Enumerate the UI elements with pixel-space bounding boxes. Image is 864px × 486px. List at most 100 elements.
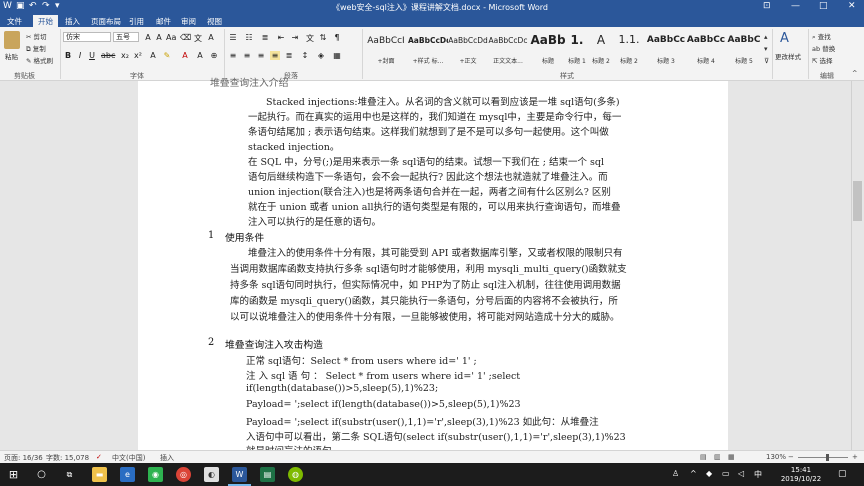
tray-expand-icon[interactable]: ^ — [690, 469, 697, 478]
redo-icon[interactable]: ↷ — [42, 1, 50, 11]
font-size-combo[interactable]: 五号 — [113, 32, 139, 42]
style-heading-3[interactable]: AaBbCc 标题 3 — [646, 30, 686, 68]
vertical-scrollbar[interactable] — [851, 81, 864, 450]
tab-insert[interactable]: 插入 — [60, 15, 85, 27]
chinese-layout-icon[interactable]: 文 — [305, 33, 315, 44]
select-button[interactable]: ⇱ 选择 — [812, 55, 833, 65]
shading-icon[interactable]: ◈ — [316, 51, 326, 60]
phonetic-guide-icon[interactable]: 文 — [193, 33, 203, 44]
chrome-icon[interactable]: ◎ — [176, 467, 191, 482]
increase-indent-icon[interactable]: ⇥ — [290, 33, 300, 42]
input-method-icon[interactable]: 中 — [754, 469, 762, 480]
zoom-slider-thumb[interactable] — [826, 454, 829, 461]
full-screen-icon[interactable]: ▥ — [714, 453, 721, 461]
network-icon[interactable]: ▭ — [722, 469, 730, 478]
grow-font-icon[interactable]: A — [143, 33, 153, 42]
app-document-icon[interactable]: ▤ — [260, 467, 275, 482]
change-styles-icon[interactable]: A — [780, 31, 789, 46]
numbering-icon[interactable]: ☷ — [244, 33, 254, 42]
web-layout-icon[interactable]: ▦ — [728, 453, 735, 461]
font-color-icon[interactable]: A — [180, 51, 190, 60]
char-shading-icon[interactable]: A — [195, 51, 205, 60]
enclose-char-icon[interactable]: ⊕ — [209, 51, 219, 60]
italic-icon[interactable]: I — [75, 51, 85, 60]
zoom-in-icon[interactable]: + — [852, 453, 858, 461]
subscript-icon[interactable]: x₂ — [120, 51, 130, 60]
zoom-out-icon[interactable]: − — [788, 453, 794, 461]
zoom-level[interactable]: 130% — [766, 453, 786, 461]
borders-icon[interactable]: ▦ — [332, 51, 342, 60]
minimize-button[interactable]: — — [791, 1, 800, 11]
word-taskbar-icon[interactable]: W — [232, 467, 247, 482]
find-button[interactable]: ⌕ 查找 — [812, 31, 831, 42]
ribbon-display-icon[interactable]: ⊡ — [763, 1, 771, 11]
paste-icon[interactable] — [4, 31, 20, 49]
show-marks-icon[interactable]: ¶ — [332, 33, 342, 42]
cut-button[interactable]: ✂ 剪切 — [26, 31, 47, 41]
copy-button[interactable]: ⧉ 复制 — [26, 43, 46, 54]
undo-icon[interactable]: ↶ — [29, 1, 37, 11]
highlight-icon[interactable]: ✎ — [162, 51, 172, 60]
task-view-icon[interactable]: ⧉ — [62, 467, 77, 482]
tab-home[interactable]: 开始 — [33, 15, 58, 27]
shrink-font-icon[interactable]: A — [154, 33, 164, 42]
styles-scroll-down-icon[interactable]: ▾ — [764, 45, 768, 53]
system-clock[interactable]: 15:41 2019/10/22 — [776, 466, 826, 484]
style-normal[interactable]: AaBbCcDd +正文 — [448, 30, 488, 68]
distributed-icon[interactable]: ≣ — [284, 51, 294, 60]
tab-file[interactable]: 文件 — [2, 15, 27, 27]
tab-view[interactable]: 视图 — [202, 15, 227, 27]
close-button[interactable]: ✕ — [848, 1, 856, 11]
change-styles-button[interactable]: 更改样式 — [775, 51, 801, 61]
decrease-indent-icon[interactable]: ⇤ — [276, 33, 286, 42]
style-heading-4[interactable]: AaBbCc 标题 4 — [686, 30, 726, 68]
style-heading-2b[interactable]: 1.1. 标题 2 — [612, 30, 646, 68]
document-page[interactable]: 堆叠查询注入介绍 Stacked injections:堆叠注入。从名词的含义就… — [138, 78, 728, 457]
bold-icon[interactable]: B — [63, 51, 73, 60]
line-spacing-icon[interactable]: ↕ — [300, 51, 310, 60]
char-border-icon[interactable]: A — [206, 33, 216, 42]
style-heading-5[interactable]: AaBbC 标题 5 — [724, 30, 764, 68]
change-case-icon[interactable]: Aa — [166, 33, 176, 42]
paste-button[interactable]: 粘贴 — [5, 51, 18, 61]
style-heading-style[interactable]: AaBbCcDd +样式 标... — [408, 30, 448, 68]
app-green-icon[interactable]: ◉ — [148, 467, 163, 482]
start-icon[interactable]: ⊞ — [6, 467, 21, 482]
underline-icon[interactable]: U — [87, 51, 97, 60]
status-insert-mode[interactable]: 插入 — [160, 453, 174, 463]
text-effects-icon[interactable]: A — [148, 51, 158, 60]
edge-icon[interactable]: e — [120, 467, 135, 482]
style-body-text[interactable]: AaBbCcDc 正文文本... — [488, 30, 528, 68]
tab-review[interactable]: 审阅 — [176, 15, 201, 27]
styles-scroll-up-icon[interactable]: ▴ — [764, 33, 768, 41]
font-name-combo[interactable]: 仿宋 — [63, 32, 111, 42]
bullets-icon[interactable]: ☰ — [228, 33, 238, 42]
notifications-icon[interactable]: ▢ — [838, 469, 847, 479]
align-right-icon[interactable]: ≡ — [256, 51, 266, 60]
strikethrough-icon[interactable]: abc — [101, 51, 115, 60]
status-page[interactable]: 页面: 16/36 — [4, 453, 43, 463]
app-white-icon[interactable]: ◐ — [204, 467, 219, 482]
tab-mailings[interactable]: 邮件 — [151, 15, 176, 27]
replace-button[interactable]: ab 替换 — [812, 43, 835, 53]
multilevel-list-icon[interactable]: ≣ — [260, 33, 270, 42]
customize-quick-access-icon[interactable]: ▾ — [55, 1, 60, 11]
print-layout-icon[interactable]: ▤ — [700, 453, 707, 461]
superscript-icon[interactable]: x² — [133, 51, 143, 60]
volume-icon[interactable]: ◁ — [738, 469, 744, 478]
zoom-slider[interactable] — [798, 457, 848, 458]
maximize-button[interactable]: □ — [819, 1, 828, 11]
justify-icon[interactable]: ≡ — [270, 51, 280, 60]
tab-layout[interactable]: 页面布局 — [86, 15, 126, 27]
app-lime-icon[interactable]: ◍ — [288, 467, 303, 482]
search-icon[interactable]: ○ — [34, 467, 49, 482]
clear-format-icon[interactable]: ⌫ — [180, 33, 191, 42]
file-explorer-icon[interactable]: ▬ — [92, 467, 107, 482]
scrollbar-thumb[interactable] — [853, 181, 862, 221]
people-icon[interactable]: ♙ — [672, 469, 679, 478]
proofing-icon[interactable]: ✓ — [96, 453, 102, 461]
status-language[interactable]: 中文(中国) — [112, 453, 145, 463]
collapse-ribbon-icon[interactable]: ^ — [852, 69, 857, 77]
tab-references[interactable]: 引用 — [124, 15, 149, 27]
style-cover[interactable]: AaBbCcI +封面 — [366, 30, 406, 68]
